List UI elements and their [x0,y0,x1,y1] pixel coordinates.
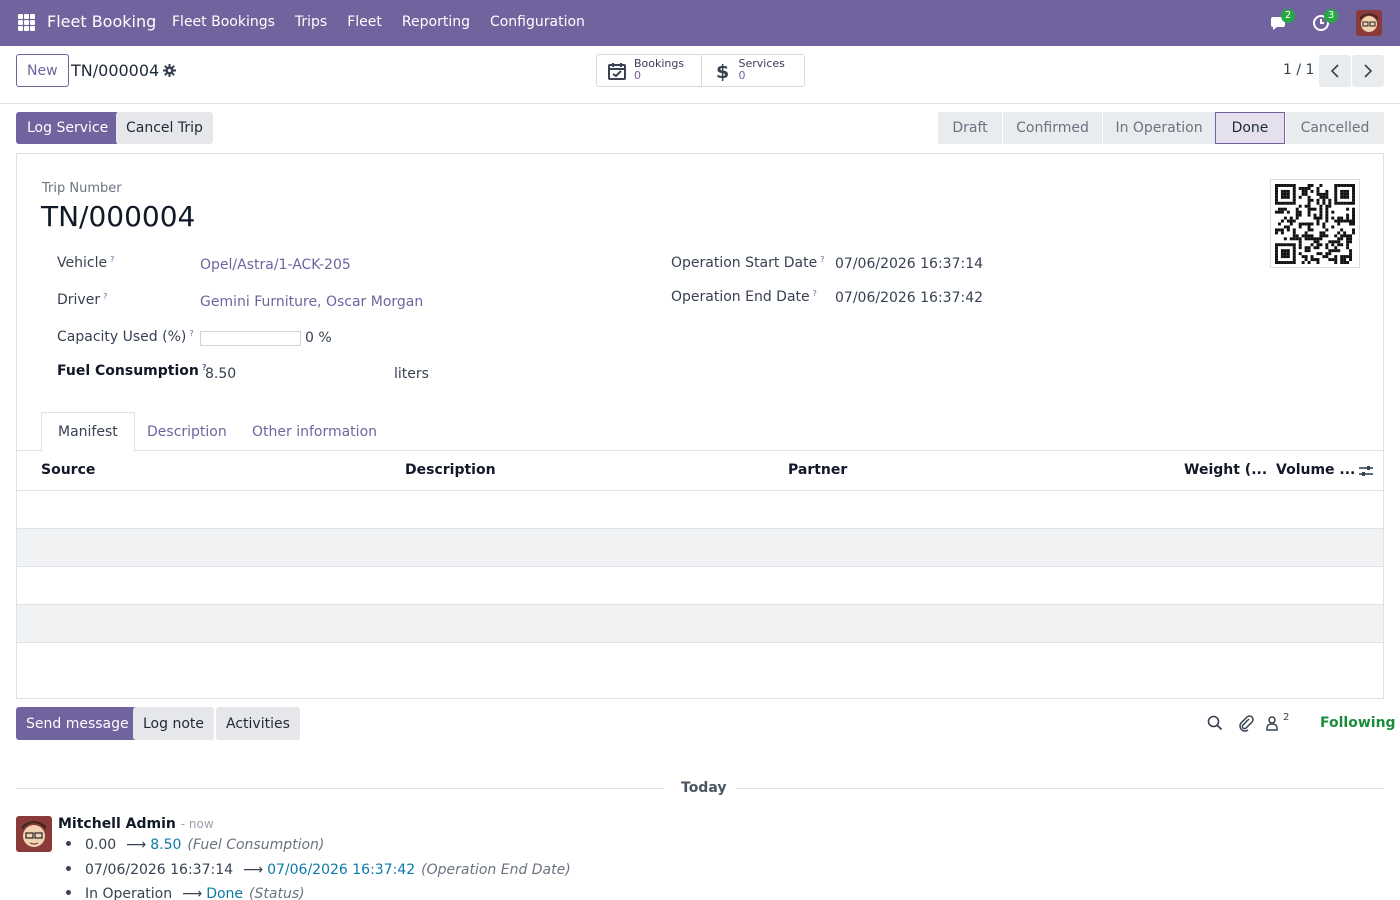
chevron-right-icon [1364,64,1373,78]
new-button[interactable]: New [16,54,69,87]
column-partner[interactable]: Partner [788,462,847,478]
user-avatar[interactable] [1356,10,1382,36]
app-title[interactable]: Fleet Booking [47,12,156,31]
services-smart-button[interactable]: $ Services 0 [700,55,805,86]
stage-confirmed[interactable]: Confirmed [1002,112,1102,144]
trip-number-label: Trip Number [42,181,122,196]
vehicle-label: Vehicle? [57,255,115,271]
tracking-value: In Operation ⟶ Done (Status) [66,886,305,900]
top-navbar: Fleet Booking Fleet Bookings Trips Fleet… [0,0,1400,46]
column-description[interactable]: Description [405,462,496,478]
driver-field[interactable]: Gemini Furniture, Oscar Morgan [200,294,423,310]
followers-icon[interactable] [1264,714,1282,732]
messages-badge: 2 [1281,9,1295,23]
operation-start-field[interactable]: 07/06/2026 16:37:14 [835,256,983,272]
activities-icon[interactable]: 3 [1312,9,1338,33]
message-author: Mitchell Admin - now [58,816,214,832]
table-row[interactable] [17,491,1383,529]
date-separator: Today [681,780,727,796]
driver-label: Driver? [57,292,108,308]
log-service-button[interactable]: Log Service [16,112,120,144]
vehicle-field[interactable]: Opel/Astra/1-ACK-205 [200,257,351,273]
table-row[interactable] [17,529,1383,567]
chevron-left-icon [1330,64,1339,78]
manifest-table-header: Source Description Partner Weight (... V… [17,451,1383,491]
help-icon[interactable]: ? [813,289,817,298]
stage-draft[interactable]: Draft [938,112,1002,144]
main-menu: Fleet Bookings Trips Fleet Reporting Con… [172,14,585,30]
capacity-label: Capacity Used (%)? [57,329,194,345]
tab-other-information[interactable]: Other information [252,412,377,451]
capacity-value: 0 % [305,330,332,346]
stage-in-operation[interactable]: In Operation [1102,112,1215,144]
date-separator-line [736,788,1384,789]
column-volume[interactable]: Volume ... [1276,462,1355,478]
bookings-smart-button[interactable]: Bookings 0 [597,55,701,86]
pager-next-button[interactable] [1352,55,1384,87]
app-menu-icon[interactable] [18,14,35,31]
search-icon[interactable] [1206,714,1224,732]
tab-manifest[interactable]: Manifest [41,412,135,452]
help-icon[interactable]: ? [820,255,824,264]
column-weight[interactable]: Weight (... [1184,462,1267,478]
capacity-progress-bar [200,331,301,346]
stage-cancelled[interactable]: Cancelled [1285,112,1384,144]
arrow-right-icon: ⟶ [182,886,203,900]
form-sheet: Trip Number TN/000004 Vehicle? Opel/Astr… [16,153,1384,699]
gear-icon[interactable] [163,64,176,77]
control-panel: New TN/000004 Bookings 0 $ Services 0 1 / … [0,46,1400,104]
calendar-check-icon [607,61,627,81]
date-separator-line [16,788,664,789]
operation-end-field[interactable]: 07/06/2026 16:37:42 [835,290,983,306]
status-bar: Draft Confirmed In Operation Done Cancel… [938,112,1384,144]
operation-start-label: Operation Start Date? [671,255,825,271]
pager-value[interactable]: 1 / 1 [1283,62,1314,78]
menu-fleet[interactable]: Fleet [347,14,382,30]
column-source[interactable]: Source [41,462,95,478]
operation-end-label: Operation End Date? [671,289,817,305]
column-settings-icon[interactable] [1358,463,1374,483]
dollar-icon: $ [712,61,732,83]
author-avatar[interactable] [16,816,52,852]
notebook-tabs: Manifest Description Other information [17,412,1383,452]
qr-code-image [1270,179,1360,268]
followers-count: 2 [1283,712,1290,723]
messages-icon[interactable]: 2 [1269,9,1295,33]
activities-badge: 3 [1324,9,1338,23]
log-note-button[interactable]: Log note [133,707,214,740]
menu-trips[interactable]: Trips [295,14,327,30]
help-icon[interactable]: ? [110,255,114,264]
bookings-label: Bookings [634,57,685,70]
menu-reporting[interactable]: Reporting [402,14,470,30]
svg-text:$: $ [716,61,729,81]
message-time: - now [180,817,214,831]
fuel-consumption-label: Fuel Consumption? [57,363,207,379]
table-row[interactable] [17,605,1383,643]
paperclip-icon[interactable] [1237,714,1255,732]
table-row[interactable] [17,567,1383,605]
tracking-value: 0.00 ⟶ 8.50 (Fuel Consumption) [66,837,324,853]
send-message-button[interactable]: Send message [16,707,139,740]
fuel-unit: liters [394,366,429,382]
cancel-trip-button[interactable]: Cancel Trip [116,112,213,144]
tracking-value: 07/06/2026 16:37:14 ⟶ 07/06/2026 16:37:42(… [66,862,571,878]
arrow-right-icon: ⟶ [243,862,264,878]
breadcrumb-record: TN/000004 [71,61,160,80]
services-count: 0 [738,69,746,82]
activities-button[interactable]: Activities [216,707,300,740]
tab-description[interactable]: Description [147,412,227,451]
trip-number-title[interactable]: TN/000004 [41,200,195,233]
following-button[interactable]: Following [1320,715,1396,731]
bookings-count: 0 [634,69,641,82]
help-icon[interactable]: ? [189,329,193,338]
stage-done[interactable]: Done [1215,112,1285,144]
menu-fleet-bookings[interactable]: Fleet Bookings [172,14,275,30]
fuel-consumption-input[interactable]: 8.50 [205,366,236,382]
pager-previous-button[interactable] [1319,55,1351,87]
menu-configuration[interactable]: Configuration [490,14,585,30]
arrow-right-icon: ⟶ [126,837,147,853]
help-icon[interactable]: ? [103,292,107,301]
smart-buttons: Bookings 0 $ Services 0 [596,54,805,87]
